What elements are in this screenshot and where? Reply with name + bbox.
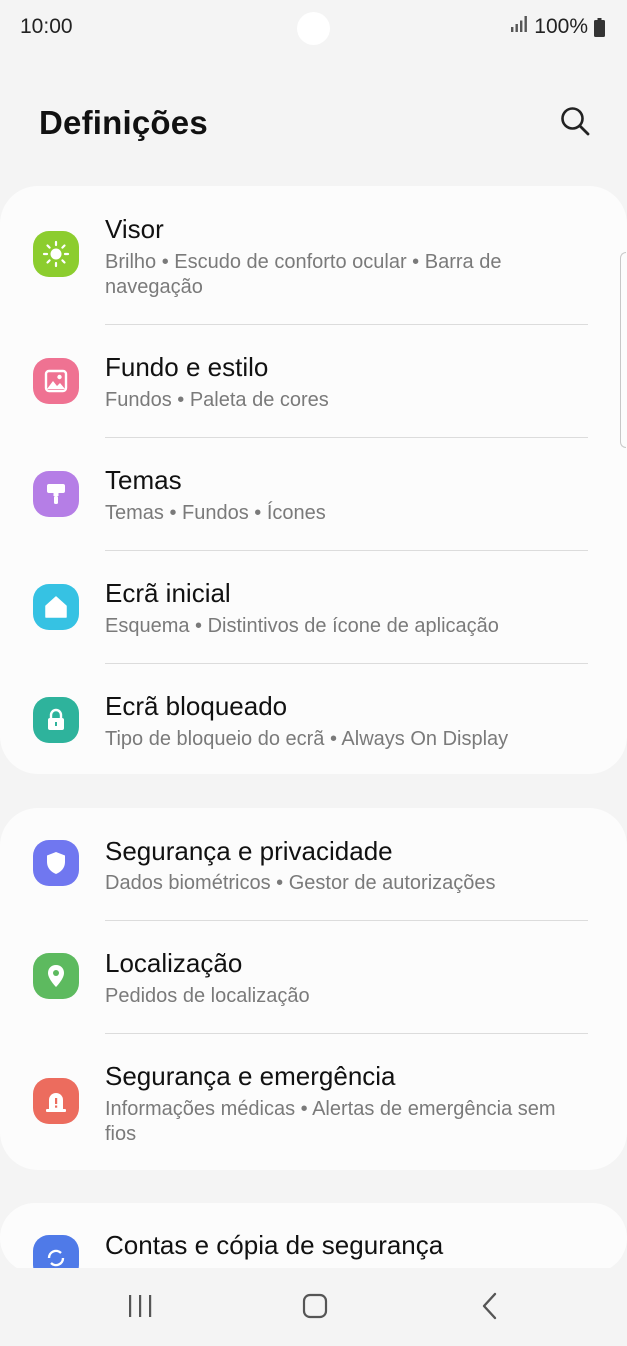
home-icon: [33, 584, 79, 630]
recent-apps-button[interactable]: [110, 1290, 170, 1326]
settings-item-contas-e-copia[interactable]: Contas e cópia de segurança: [0, 1203, 627, 1273]
item-subtitle: Pedidos de localização: [105, 985, 310, 1007]
battery-icon: [594, 17, 605, 37]
settings-item-temas[interactable]: Temas Temas • Fundos • Ícones: [0, 438, 627, 550]
emergency-icon: [33, 1078, 79, 1124]
home-button[interactable]: [285, 1290, 345, 1326]
item-title: Contas e cópia de segurança: [105, 1230, 444, 1260]
settings-group-security: Segurança e privacidade Dados biométrico…: [0, 808, 627, 1170]
item-subtitle: Informações médicas • Alertas de emergên…: [105, 1098, 556, 1145]
shield-icon: [33, 840, 79, 886]
settings-group-accounts: Contas e cópia de segurança: [0, 1203, 627, 1273]
image-icon: [33, 358, 79, 404]
navigation-bar: [0, 1268, 627, 1346]
settings-group-display: Visor Brilho • Escudo de conforto ocular…: [0, 186, 627, 774]
search-button[interactable]: [555, 103, 595, 143]
item-title: Fundo e estilo: [105, 352, 269, 382]
item-subtitle: Tipo de bloqueio do ecrã • Always On Dis…: [105, 728, 509, 750]
recent-apps-icon: [125, 1293, 155, 1324]
search-icon: [559, 105, 591, 142]
item-subtitle: Brilho • Escudo de conforto ocular • Bar…: [105, 251, 502, 298]
settings-item-seguranca-e-emergencia[interactable]: Segurança e emergência Informações médic…: [0, 1034, 627, 1170]
status-time: 10:00: [20, 15, 73, 38]
sun-icon: [33, 231, 79, 277]
item-subtitle: Temas • Fundos • Ícones: [105, 502, 326, 524]
page-title: Definições: [39, 104, 208, 141]
item-title: Temas: [105, 465, 182, 495]
scrollbar[interactable]: [620, 252, 626, 448]
settings-item-visor[interactable]: Visor Brilho • Escudo de conforto ocular…: [0, 186, 627, 324]
battery-percent: 100%: [534, 15, 588, 38]
item-subtitle: Esquema • Distintivos de ícone de aplica…: [105, 615, 499, 637]
location-pin-icon: [33, 953, 79, 999]
item-title: Ecrã inicial: [105, 578, 231, 608]
back-button[interactable]: [460, 1290, 520, 1326]
settings-item-ecra-inicial[interactable]: Ecrã inicial Esquema • Distintivos de íc…: [0, 551, 627, 663]
settings-item-localizacao[interactable]: Localização Pedidos de localização: [0, 921, 627, 1033]
settings-item-fundo-e-estilo[interactable]: Fundo e estilo Fundos • Paleta de cores: [0, 325, 627, 437]
status-bar: 10:00 100%: [0, 0, 627, 56]
paint-brush-icon: [33, 471, 79, 517]
home-button-icon: [301, 1292, 329, 1325]
item-title: Localização: [105, 948, 243, 978]
item-subtitle: Fundos • Paleta de cores: [105, 389, 329, 411]
item-title: Segurança e emergência: [105, 1061, 396, 1091]
item-title: Ecrã bloqueado: [105, 691, 288, 721]
settings-item-ecra-bloqueado[interactable]: Ecrã bloqueado Tipo de bloqueio do ecrã …: [0, 664, 627, 774]
item-subtitle: Dados biométricos • Gestor de autorizaçõ…: [105, 872, 496, 894]
signal-icon: [510, 15, 528, 39]
lock-icon: [33, 697, 79, 743]
back-icon: [480, 1292, 500, 1325]
item-title: Visor: [105, 214, 164, 244]
front-camera: [297, 12, 330, 45]
settings-item-seguranca-e-privacidade[interactable]: Segurança e privacidade Dados biométrico…: [0, 808, 627, 920]
item-title: Segurança e privacidade: [105, 836, 393, 866]
status-indicators: 100%: [510, 15, 605, 39]
